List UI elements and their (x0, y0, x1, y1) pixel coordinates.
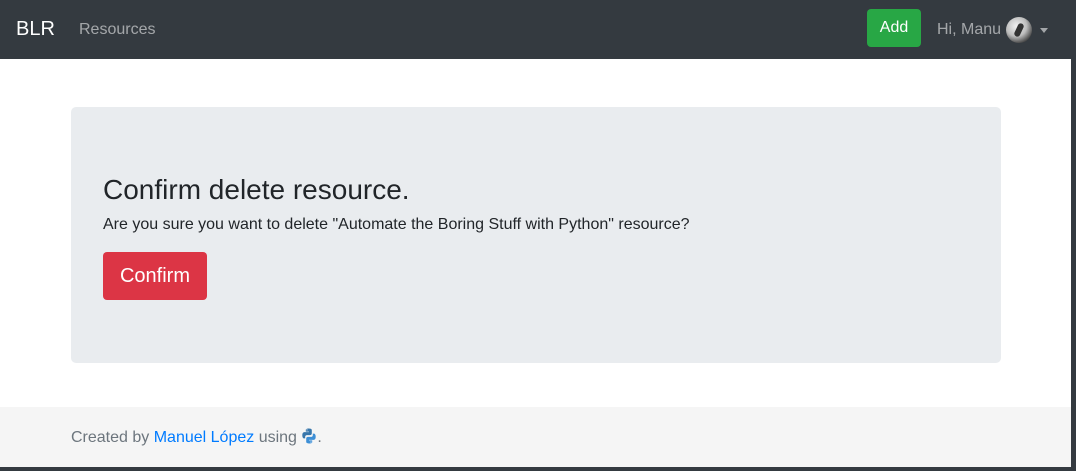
brand-link[interactable]: BLR (16, 17, 55, 41)
navbar: BLR Resources Add Hi, Manu (0, 0, 1071, 59)
footer-prefix: Created by (71, 429, 150, 446)
confirm-message: Are you sure you want to delete "Automat… (103, 216, 690, 233)
footer-suffix: . (317, 429, 322, 446)
nav-link-resources[interactable]: Resources (79, 20, 155, 39)
author-link[interactable]: Manuel López (154, 429, 255, 446)
footer-middle: using (258, 429, 297, 446)
confirm-button[interactable]: Confirm (103, 252, 207, 300)
avatar (1006, 17, 1033, 43)
python-icon (301, 428, 317, 444)
page: BLR Resources Add Hi, Manu Confirm delet… (0, 0, 1071, 467)
add-button[interactable]: Add (867, 9, 921, 47)
caret-down-icon (1040, 27, 1049, 33)
page-title: Confirm delete resource. (103, 174, 410, 205)
footer-text: Created by Manuel López using . (71, 428, 322, 447)
footer: Created by Manuel López using . (0, 407, 1071, 467)
user-greeting: Hi, Manu (937, 21, 1002, 38)
user-menu-dropdown[interactable]: Hi, Manu (937, 16, 1049, 44)
confirm-delete-panel: Confirm delete resource. Are you sure yo… (71, 107, 1001, 363)
